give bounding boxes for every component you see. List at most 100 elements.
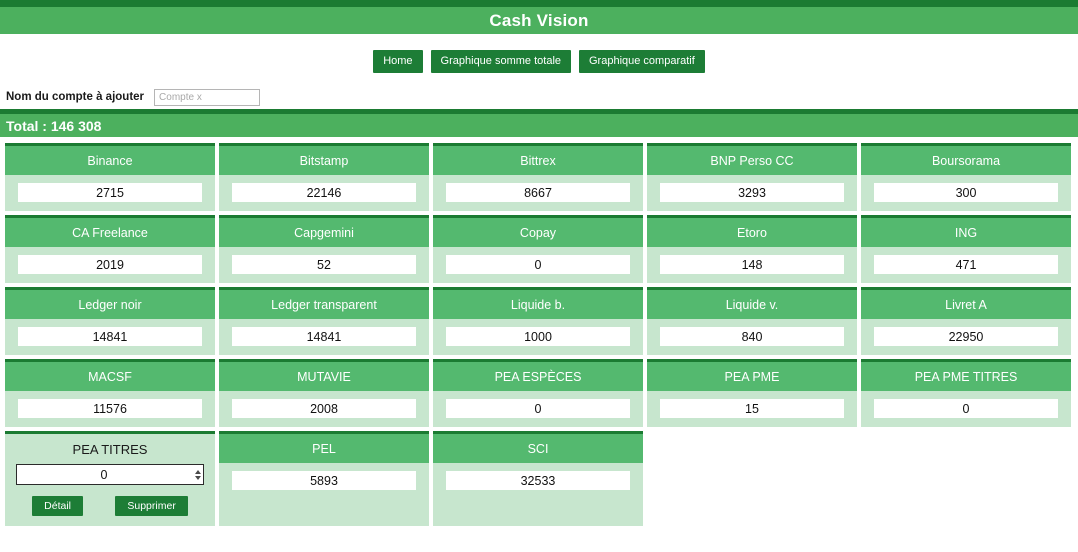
account-card-body-pea-pme-titres: [861, 391, 1071, 427]
account-amount-input-liquide-v[interactable]: [660, 327, 844, 346]
account-card-liquide-b[interactable]: Liquide b.: [433, 287, 643, 355]
account-amount-input-ledger-noir[interactable]: [18, 327, 202, 346]
account-amount-input-copay[interactable]: [446, 255, 630, 274]
account-amount-input-bitstamp[interactable]: [232, 183, 416, 202]
account-card-header-capgemini: Capgemini: [219, 218, 429, 247]
account-name-pea-especes: PEA ESPÈCES: [494, 369, 582, 384]
account-amount-input-bnp-perso-cc[interactable]: [660, 183, 844, 202]
account-card-body-ledger-transparent: [219, 319, 429, 355]
delete-button-pea-titres[interactable]: Supprimer: [115, 496, 188, 516]
account-name-ledger-transparent: Ledger transparent: [271, 297, 377, 312]
add-account-input[interactable]: [154, 88, 261, 106]
account-card-bitstamp[interactable]: Bitstamp: [219, 143, 429, 211]
account-card-ledger-transparent[interactable]: Ledger transparent: [219, 287, 429, 355]
account-card-body-macsf: [5, 391, 215, 427]
account-amount-input-etoro[interactable]: [660, 255, 844, 274]
stepper-down-icon[interactable]: [195, 475, 201, 480]
account-card-mutavie[interactable]: MUTAVIE: [219, 359, 429, 427]
account-name-pel: PEL: [312, 441, 336, 456]
account-card-livret-a[interactable]: Livret A: [861, 287, 1071, 355]
account-card-liquide-v[interactable]: Liquide v.: [647, 287, 857, 355]
detail-button-pea-titres[interactable]: Détail: [32, 496, 84, 516]
account-card-pea-titres[interactable]: PEA TITRES Détail Supprimer: [5, 431, 215, 526]
account-name-ledger-noir: Ledger noir: [78, 297, 142, 312]
account-amount-input-ledger-transparent[interactable]: [232, 327, 416, 346]
account-card-copay[interactable]: Copay: [433, 215, 643, 283]
account-name-liquide-b: Liquide b.: [510, 297, 566, 312]
account-card-ing[interactable]: ING: [861, 215, 1071, 283]
account-row: Binance Bitstamp Bittrex BNP Perso CC Bourso…: [5, 143, 1073, 211]
account-amount-input-livret-a[interactable]: [874, 327, 1058, 346]
account-card-header-macsf: MACSF: [5, 362, 215, 391]
account-card-body-bittrex: [433, 175, 643, 211]
account-card-header-ledger-noir: Ledger noir: [5, 290, 215, 319]
stepper-up-icon[interactable]: [195, 469, 201, 474]
account-amount-input-binance[interactable]: [18, 183, 202, 202]
account-card-header-copay: Copay: [433, 218, 643, 247]
account-card-header-binance: Binance: [5, 146, 215, 175]
account-card-macsf[interactable]: MACSF: [5, 359, 215, 427]
account-card-boursorama[interactable]: Boursorama: [861, 143, 1071, 211]
account-name-pea-pme-titres: PEA PME TITRES: [914, 369, 1018, 384]
total-amount: Total : 146 308: [6, 117, 102, 134]
account-card-sci[interactable]: SCI: [433, 431, 643, 526]
account-card-header-ing: ING: [861, 218, 1071, 247]
account-amount-input-mutavie[interactable]: [232, 399, 416, 418]
account-card-body-ledger-noir: [5, 319, 215, 355]
account-card-bittrex[interactable]: Bittrex: [433, 143, 643, 211]
account-card-body-pel: [219, 463, 429, 499]
account-card-header-pea-pme-titres: PEA PME TITRES: [861, 362, 1071, 391]
accounts-grid: Binance Bitstamp Bittrex BNP Perso CC Bourso…: [0, 137, 1078, 526]
account-card-header-boursorama: Boursorama: [861, 146, 1071, 175]
account-card-body-ca-freelance: [5, 247, 215, 283]
account-card-header-pea-titres: PEA TITRES: [5, 434, 215, 464]
account-name-copay: Copay: [519, 225, 557, 240]
account-amount-input-macsf[interactable]: [18, 399, 202, 418]
account-amount-input-capgemini[interactable]: [232, 255, 416, 274]
account-card-ledger-noir[interactable]: Ledger noir: [5, 287, 215, 355]
account-name-pea-titres: PEA TITRES: [72, 441, 148, 457]
account-amount-wrapper-pea-titres: [16, 464, 204, 485]
account-amount-input-pea-pme-titres[interactable]: [874, 399, 1058, 418]
account-card-body-liquide-v: [647, 319, 857, 355]
account-card-etoro[interactable]: Etoro: [647, 215, 857, 283]
account-amount-input-pea-pme[interactable]: [660, 399, 844, 418]
account-card-header-liquide-v: Liquide v.: [647, 290, 857, 319]
account-card-body-capgemini: [219, 247, 429, 283]
account-amount-input-liquide-b[interactable]: [446, 327, 630, 346]
account-name-macsf: MACSF: [88, 369, 132, 384]
account-amount-input-ing[interactable]: [874, 255, 1058, 274]
account-card-bnp-perso-cc[interactable]: BNP Perso CC: [647, 143, 857, 211]
account-card-ca-freelance[interactable]: CA Freelance: [5, 215, 215, 283]
account-name-bittrex: Bittrex: [520, 153, 556, 168]
account-amount-input-pea-titres[interactable]: [16, 464, 204, 485]
account-card-pea-especes[interactable]: PEA ESPÈCES: [433, 359, 643, 427]
account-amount-input-sci[interactable]: [446, 471, 630, 490]
account-card-header-pea-pme: PEA PME: [647, 362, 857, 391]
account-card-capgemini[interactable]: Capgemini: [219, 215, 429, 283]
nav-graphique-somme-totale[interactable]: Graphique somme totale: [430, 49, 571, 73]
account-row: Ledger noir Ledger transparent Liquide b. L…: [5, 287, 1073, 355]
account-amount-input-bittrex[interactable]: [446, 183, 630, 202]
account-name-ing: ING: [954, 225, 978, 240]
account-amount-input-pea-especes[interactable]: [446, 399, 630, 418]
account-name-sci: SCI: [527, 441, 549, 456]
account-card-body-binance: [5, 175, 215, 211]
account-card-pea-pme[interactable]: PEA PME: [647, 359, 857, 427]
account-card-body-bnp-perso-cc: [647, 175, 857, 211]
account-card-body-livret-a: [861, 319, 1071, 355]
account-row: CA Freelance Capgemini Copay Etoro ING: [5, 215, 1073, 283]
account-card-pel[interactable]: PEL: [219, 431, 429, 526]
account-card-pea-pme-titres[interactable]: PEA PME TITRES: [861, 359, 1071, 427]
account-amount-input-pel[interactable]: [232, 471, 416, 490]
account-card-binance[interactable]: Binance: [5, 143, 215, 211]
account-card-header-mutavie: MUTAVIE: [219, 362, 429, 391]
account-amount-input-ca-freelance[interactable]: [18, 255, 202, 274]
amount-stepper-pea-titres[interactable]: [195, 469, 201, 480]
account-name-livret-a: Livret A: [945, 297, 987, 312]
nav-home[interactable]: Home: [373, 49, 423, 73]
account-amount-input-boursorama[interactable]: [874, 183, 1058, 202]
account-name-bitstamp: Bitstamp: [299, 153, 349, 168]
account-card-header-liquide-b: Liquide b.: [433, 290, 643, 319]
nav-graphique-comparatif[interactable]: Graphique comparatif: [579, 49, 705, 73]
